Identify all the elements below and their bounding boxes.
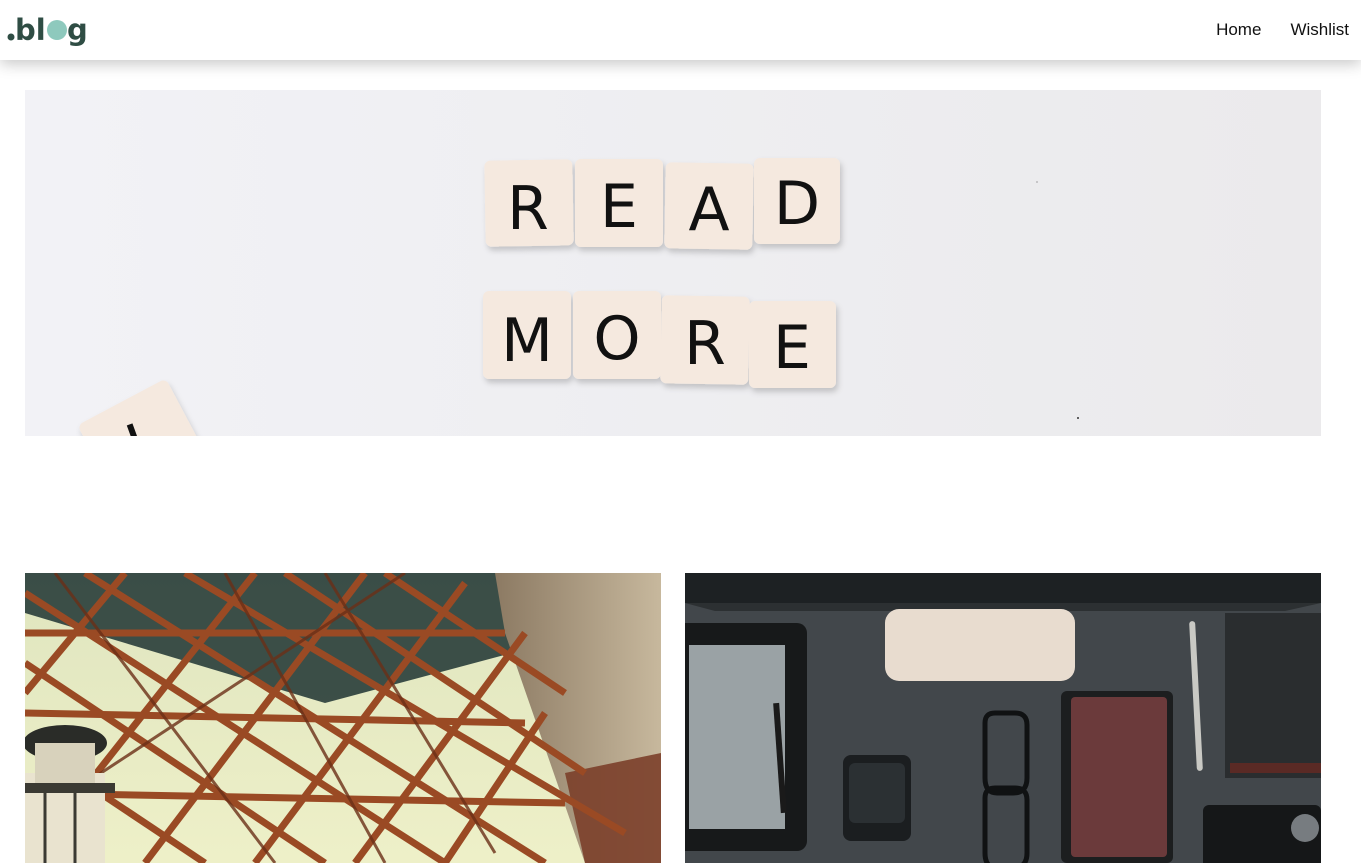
tile-letter: R <box>684 309 726 379</box>
tile-letter: O <box>593 304 640 374</box>
svg-text:bl: bl <box>15 13 46 47</box>
tile-letter: R <box>507 174 549 244</box>
tile-letter: E <box>773 313 811 383</box>
post-card-image[interactable] <box>685 573 1321 863</box>
nav-wishlist-link[interactable]: Wishlist <box>1290 20 1349 40</box>
monitor-stand <box>885 609 1075 681</box>
tile-row-read: R E A D <box>484 158 840 250</box>
nav-home-link[interactable]: Home <box>1216 20 1261 40</box>
blog-logo-mark: bl g <box>7 13 88 47</box>
top-navbar: bl g Home Wishlist <box>0 0 1361 60</box>
tablet-device <box>685 623 807 851</box>
post-card-image[interactable] <box>25 573 661 863</box>
main-nav: Home Wishlist <box>1216 0 1349 60</box>
tile-letter: A <box>688 175 729 245</box>
tile-letter: E <box>600 172 638 242</box>
bridge-lamp-tower <box>25 725 115 863</box>
notebook <box>1061 691 1173 863</box>
tile-row-more: M O R E <box>483 291 836 388</box>
hero-banner-image[interactable]: R E A D M O R E <box>25 90 1321 436</box>
tile-letter: D <box>774 169 820 239</box>
tile-letter: M <box>501 306 553 376</box>
blog-logo[interactable]: bl g <box>7 6 93 52</box>
svg-text:g: g <box>67 13 88 47</box>
